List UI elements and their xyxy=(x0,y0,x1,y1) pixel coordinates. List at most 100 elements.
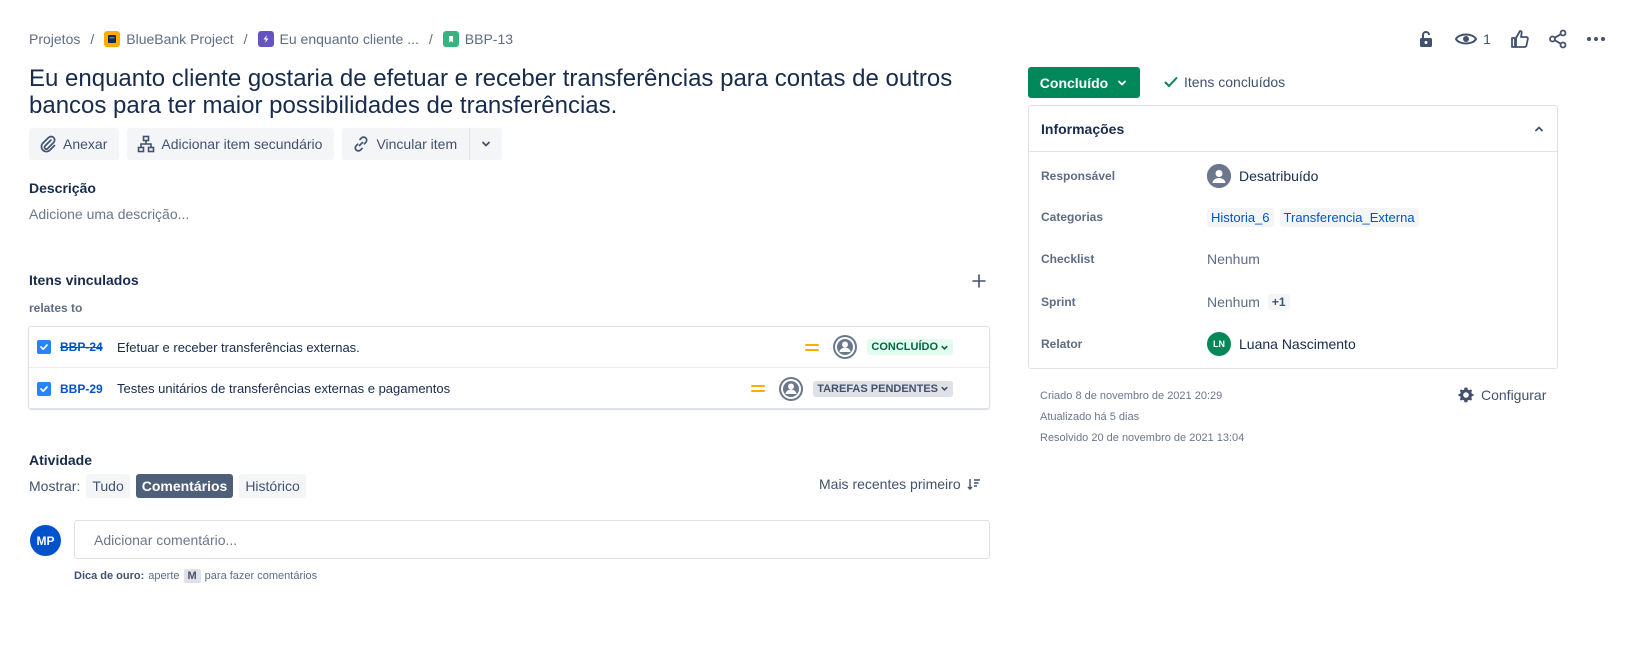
add-child-button[interactable]: Adicionar item secundário xyxy=(127,128,335,160)
breadcrumb-project[interactable]: BlueBank Project xyxy=(104,31,234,47)
labels-value: Historia_6 Transferencia_Externa xyxy=(1207,207,1419,227)
labels-label: Categorias xyxy=(1041,210,1104,224)
checkbox-icon xyxy=(40,385,48,392)
status-lozenge-label: CONCLUÍDO xyxy=(871,341,938,353)
linked-item-key[interactable]: BBP-24 xyxy=(60,340,108,354)
project-icon xyxy=(104,31,121,47)
link-item-label: Vincular item xyxy=(376,136,458,152)
more-actions-button[interactable] xyxy=(1579,26,1613,52)
filter-history-button[interactable]: Histórico xyxy=(239,474,306,498)
filter-comments-button[interactable]: Comentários xyxy=(135,474,234,498)
unlock-icon xyxy=(1420,31,1432,47)
link-relation-label: relates to xyxy=(29,301,83,315)
current-user-avatar: MP xyxy=(30,525,61,556)
watch-button[interactable]: 1 xyxy=(1447,26,1499,52)
checklist-value[interactable]: Nenhum xyxy=(1207,251,1260,267)
pro-tip-rest: para fazer comentários xyxy=(204,570,318,582)
user-icon xyxy=(1207,164,1231,188)
user-icon xyxy=(835,337,856,357)
status-lozenge-todo[interactable]: TAREFAS PENDENTES xyxy=(813,380,953,397)
user-icon xyxy=(781,378,802,399)
checkbox-icon xyxy=(40,344,48,351)
label-tag[interactable]: Transferencia_Externa xyxy=(1279,207,1419,227)
description-field[interactable]: Adicione uma descrição... xyxy=(29,206,189,222)
configure-label: Configurar xyxy=(1481,387,1547,403)
assignee-value[interactable]: Desatribuído xyxy=(1207,164,1318,188)
details-panel-header[interactable]: Informações xyxy=(1029,106,1557,152)
updated-date: Atualizado há 5 dias xyxy=(1040,411,1140,423)
linked-item-summary[interactable]: Testes unitários de transferências exter… xyxy=(117,381,751,396)
sprint-field[interactable]: Sprint Nenhum +1 xyxy=(1041,287,1547,317)
link-icon xyxy=(354,136,368,152)
details-panel: Informações Responsável Desatribuído Cat… xyxy=(1028,105,1558,369)
chevron-down-icon xyxy=(482,141,491,147)
activity-filters: Mostrar: Tudo Comentários Histórico xyxy=(29,474,306,498)
labels-field[interactable]: Categorias Historia_6 Transferencia_Exte… xyxy=(1041,202,1547,232)
chevron-down-icon xyxy=(941,386,948,391)
resolution-label: Itens concluídos xyxy=(1184,74,1286,90)
breadcrumb-separator: / xyxy=(243,31,248,47)
sort-descending-icon xyxy=(967,479,980,490)
status-transition-button[interactable]: Concluído xyxy=(1028,67,1140,98)
sprint-label: Sprint xyxy=(1041,295,1076,309)
reporter-field[interactable]: Relator LN Luana Nascimento xyxy=(1041,329,1547,359)
priority-medium-icon xyxy=(805,340,820,354)
checklist-label: Checklist xyxy=(1041,252,1095,266)
more-icon xyxy=(1587,37,1605,41)
breadcrumb-epic-label: Eu enquanto cliente ... xyxy=(279,31,419,47)
check-icon xyxy=(1164,77,1178,87)
resolved-date: Resolvido 20 de novembro de 2021 13:04 xyxy=(1040,432,1245,444)
vote-button[interactable] xyxy=(1503,26,1537,52)
more-actions-dropdown[interactable] xyxy=(469,128,503,160)
breadcrumb-issue[interactable]: BBP-13 xyxy=(442,31,513,47)
chevron-down-icon xyxy=(941,345,948,350)
assignee-name: Desatribuído xyxy=(1239,168,1319,184)
sort-order-button[interactable]: Mais recentes primeiro xyxy=(819,476,981,492)
reporter-value[interactable]: LN Luana Nascimento xyxy=(1207,332,1356,356)
linked-item-summary[interactable]: Efetuar e receber transferências externa… xyxy=(117,340,805,355)
checklist-field[interactable]: Checklist Nenhum xyxy=(1041,244,1547,274)
plus-icon xyxy=(972,274,986,288)
linked-item-key[interactable]: BBP-29 xyxy=(60,382,108,396)
assignee-label: Responsável xyxy=(1041,169,1116,183)
comment-input[interactable]: Adicionar comentário... xyxy=(74,520,990,559)
activity-heading: Atividade xyxy=(29,452,93,468)
sort-order-label: Mais recentes primeiro xyxy=(819,476,961,492)
reporter-label: Relator xyxy=(1041,337,1083,351)
issue-action-bar: Anexar Adicionar item secundário Vincula… xyxy=(29,128,503,160)
reporter-name: Luana Nascimento xyxy=(1239,336,1356,352)
breadcrumb-project-label: BlueBank Project xyxy=(126,31,234,47)
pro-tip: Dica de ouro: aperte M para fazer coment… xyxy=(74,569,317,583)
sprint-name: Nenhum xyxy=(1207,294,1260,310)
filter-all-button[interactable]: Tudo xyxy=(86,474,130,498)
breadcrumb: Projetos / BlueBank Project / Eu enquant… xyxy=(29,28,513,50)
hierarchy-icon xyxy=(138,135,155,153)
pro-tip-label: Dica de ouro: xyxy=(74,570,145,582)
share-icon xyxy=(1549,29,1567,49)
assignee-field[interactable]: Responsável Desatribuído xyxy=(1041,161,1547,191)
issue-title[interactable]: Eu enquanto cliente gostaria de efetuar … xyxy=(29,65,989,119)
epic-icon xyxy=(257,31,274,47)
sprint-value[interactable]: Nenhum +1 xyxy=(1207,294,1290,310)
label-tag[interactable]: Historia_6 xyxy=(1207,207,1274,227)
sprint-extra-badge[interactable]: +1 xyxy=(1267,294,1290,310)
keyboard-shortcut-key: M xyxy=(183,569,201,583)
status-lozenge-label: TAREFAS PENDENTES xyxy=(817,382,938,395)
add-linked-item-button[interactable] xyxy=(968,270,990,292)
linked-items-list: BBP-24 Efetuar e receber transferências … xyxy=(28,326,990,409)
attach-button[interactable]: Anexar xyxy=(29,128,120,160)
status-lozenge-done[interactable]: CONCLUÍDO xyxy=(867,339,953,355)
share-button[interactable] xyxy=(1541,26,1575,52)
breadcrumb-epic[interactable]: Eu enquanto cliente ... xyxy=(257,31,419,47)
link-item-button[interactable]: Vincular item xyxy=(342,128,470,160)
linked-item-row[interactable]: BBP-29 Testes unitários de transferência… xyxy=(29,368,989,409)
lock-button[interactable] xyxy=(1409,26,1443,52)
linked-item-row[interactable]: BBP-24 Efetuar e receber transferências … xyxy=(29,327,989,368)
pro-tip-press: aperte xyxy=(148,570,180,582)
attach-label: Anexar xyxy=(63,136,108,152)
breadcrumb-projects[interactable]: Projetos xyxy=(29,31,80,47)
breadcrumb-separator: / xyxy=(90,31,95,47)
details-heading: Informações xyxy=(1041,120,1125,137)
paperclip-icon xyxy=(40,135,56,153)
configure-button[interactable]: Configurar xyxy=(1457,386,1546,404)
